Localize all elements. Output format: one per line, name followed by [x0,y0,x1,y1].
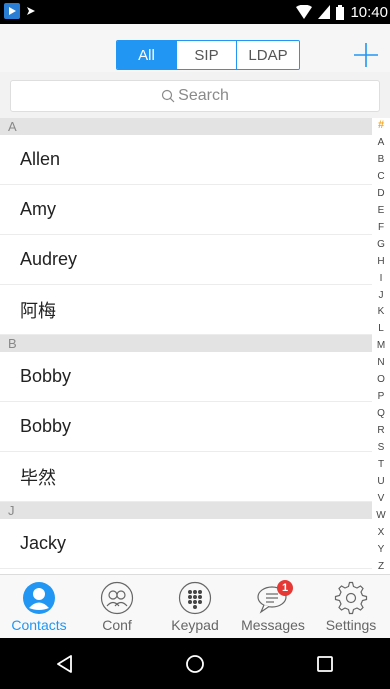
index-letter[interactable]: F [378,222,384,233]
battery-icon [336,4,345,20]
index-letter[interactable]: H [377,256,384,267]
tab-label: Messages [241,617,305,633]
conference-icon [100,581,134,615]
system-navigation-bar [0,638,390,689]
recent-apps-button[interactable] [305,644,345,684]
search-input[interactable]: Search [10,80,380,112]
segment-sip[interactable]: SIP [177,41,237,69]
contact-row[interactable]: Audrey [0,235,372,285]
contact-row[interactable]: Bobby [0,402,372,452]
contact-row[interactable]: Jacky [0,519,372,569]
segment-ldap[interactable]: LDAP [237,41,299,69]
home-button[interactable] [175,644,215,684]
contact-row[interactable]: 阿梅 [0,285,372,335]
keypad-icon [178,581,212,615]
contact-row[interactable]: 毕然 [0,452,372,502]
index-letter[interactable]: W [376,510,385,521]
index-letter[interactable]: R [377,425,384,436]
index-hash[interactable]: # [378,120,384,131]
search-icon [162,89,175,103]
contact-icon [23,582,55,614]
add-contact-button[interactable] [350,39,382,71]
signal-icon [318,5,331,19]
search-bar: Search [0,72,390,118]
index-letter[interactable]: B [378,154,385,165]
index-letter[interactable]: S [378,442,385,453]
app-notification-icon [4,3,20,19]
index-letter[interactable]: E [378,205,385,216]
contact-row[interactable]: Bobby [0,352,372,402]
location-arrow-icon [27,7,35,15]
index-letter[interactable]: X [378,527,385,538]
wifi-icon [296,5,313,19]
tab-contacts[interactable]: Contacts [0,575,78,638]
index-letter[interactable]: C [377,171,384,182]
contact-row[interactable]: Amy [0,185,372,235]
back-triangle-icon [57,654,72,673]
contact-row[interactable]: Allen [0,135,372,185]
tab-settings[interactable]: Settings [312,575,390,638]
gear-icon [334,581,368,615]
index-letter[interactable]: L [378,323,384,334]
tab-label: Keypad [171,617,219,633]
plus-icon [354,43,378,67]
contact-type-segmented-control: All SIP LDAP [116,40,300,70]
tab-label: Settings [325,617,377,633]
index-letter[interactable]: U [377,476,384,487]
index-letter[interactable]: M [377,340,385,351]
section-header-j: J [0,502,372,519]
index-letter[interactable]: Q [377,408,385,419]
index-letter[interactable]: Y [378,544,385,555]
index-letter[interactable]: I [380,273,383,284]
segment-all[interactable]: All [117,41,177,69]
contact-list[interactable]: A Allen Amy Audrey 阿梅 B Bobby Bobby 毕然 J… [0,118,372,574]
bottom-tab-bar: Contacts Conf Keypad 1 Messages Settings [0,574,390,638]
section-header-b: B [0,335,372,352]
tab-messages[interactable]: 1 Messages [234,575,312,638]
home-circle-icon [186,654,204,673]
index-letter[interactable]: T [378,459,384,470]
tab-keypad[interactable]: Keypad [156,575,234,638]
back-button[interactable] [45,644,85,684]
index-letter[interactable]: Z [378,561,384,572]
index-letter[interactable]: D [377,188,384,199]
tab-label: Conf [102,617,132,633]
search-placeholder: Search [178,87,229,104]
section-header-a: A [0,118,372,135]
index-letter[interactable]: G [377,239,385,250]
alphabet-index[interactable]: # A B C D E F G H I J K L M N O P Q R S … [372,120,390,572]
header: All SIP LDAP [0,24,390,72]
status-bar: 10:40 [0,0,390,24]
recent-square-icon [317,655,333,672]
index-letter[interactable]: N [377,357,384,368]
index-letter[interactable]: K [378,306,385,317]
unread-badge: 1 [277,580,293,596]
index-letter[interactable]: V [378,493,385,504]
tab-label: Contacts [11,617,67,633]
tab-conf[interactable]: Conf [78,575,156,638]
index-letter[interactable]: A [378,137,385,148]
index-letter[interactable]: J [379,290,384,301]
index-letter[interactable]: O [377,374,385,385]
status-time: 10:40 [350,3,388,21]
index-letter[interactable]: P [378,391,385,402]
